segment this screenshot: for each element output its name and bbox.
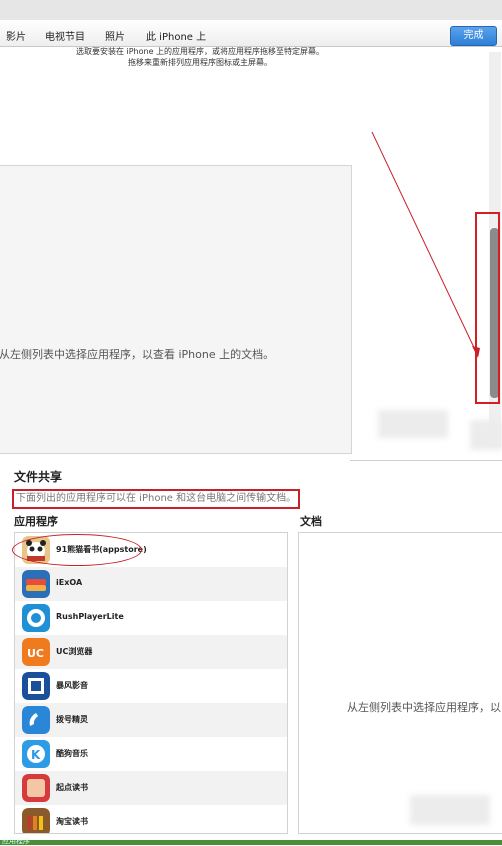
tab-movies[interactable]: 影片	[6, 28, 26, 43]
app-name: 酷狗音乐	[56, 749, 88, 758]
tab-tv-shows[interactable]: 电视节目	[45, 28, 85, 43]
done-button[interactable]: 完成	[450, 26, 497, 46]
svg-text:K: K	[31, 748, 41, 762]
qidian-icon	[22, 774, 50, 802]
list-item[interactable]: 暴风影音	[15, 669, 287, 703]
list-item[interactable]: 拨号精灵	[15, 703, 287, 737]
annotation-highlight-box	[475, 212, 500, 404]
apps-header: 应用程序	[14, 515, 58, 528]
blur-decoration	[470, 420, 502, 450]
app-name: UC浏览器	[56, 647, 93, 656]
section-divider	[350, 460, 502, 461]
iexoa-icon	[22, 570, 50, 598]
svg-text:UC: UC	[27, 647, 44, 660]
list-item[interactable]: K 酷狗音乐	[15, 737, 287, 771]
documents-header: 文档	[300, 515, 322, 528]
documents-message: 从左侧列表中选择应用程序，以	[347, 701, 501, 714]
nav-bar: 影片 电视节目 照片 此 iPhone 上 完成	[0, 20, 502, 47]
window-top-strip	[0, 0, 502, 20]
baofeng-icon	[22, 672, 50, 700]
list-item[interactable]: 起点读书	[15, 771, 287, 805]
list-item[interactable]: RushPlayerLite	[15, 601, 287, 635]
app-name: iExOA	[56, 578, 83, 587]
tab-on-this-iphone[interactable]: 此 iPhone 上	[146, 28, 206, 43]
iphone-screen-preview: 从左侧列表中选择应用程序，以查看 iPhone 上的文档。	[0, 165, 352, 454]
app-name: RushPlayerLite	[56, 612, 124, 621]
blur-decoration	[410, 795, 490, 825]
list-item[interactable]: iExOA	[15, 567, 287, 601]
rushplayer-icon	[22, 604, 50, 632]
app-list: 91熊猫看书(appstore) iExOA RushPlayerLite UC…	[14, 532, 288, 834]
uc-browser-icon: UC	[22, 638, 50, 666]
list-item[interactable]: 淘宝读书	[15, 805, 287, 833]
list-item[interactable]: UC UC浏览器	[15, 635, 287, 669]
app-name: 淘宝读书	[56, 817, 88, 826]
app-name: 拨号精灵	[56, 715, 88, 724]
blur-decoration	[378, 410, 448, 438]
app-name: 起点读书	[56, 783, 88, 792]
taobao-reader-icon	[22, 808, 50, 833]
file-sharing-title: 文件共享	[14, 470, 63, 484]
dialer-icon	[22, 706, 50, 734]
instructions-line-2: 拖移来重新排列应用程序图标或主屏幕。	[128, 58, 272, 67]
instructions-line-1: 选取要安装在 iPhone 上的应用程序，或将应用程序拖移至特定屏幕。	[75, 47, 325, 56]
annotation-arrow-icon	[371, 131, 480, 358]
documents-panel: 从左侧列表中选择应用程序，以	[298, 532, 502, 834]
instructions-text: 选取要安装在 iPhone 上的应用程序，或将应用程序拖移至特定屏幕。 拖移来重…	[0, 46, 400, 68]
file-sharing-description: 下面列出的应用程序可以在 iPhone 和这台电脑之间传输文档。	[12, 489, 301, 509]
preview-message: 从左侧列表中选择应用程序，以查看 iPhone 上的文档。	[0, 348, 275, 361]
kugou-icon: K	[22, 740, 50, 768]
tab-photos[interactable]: 照片	[105, 28, 125, 43]
app-name: 暴风影音	[56, 681, 88, 690]
status-bar	[0, 840, 502, 845]
annotation-ellipse	[12, 534, 142, 566]
